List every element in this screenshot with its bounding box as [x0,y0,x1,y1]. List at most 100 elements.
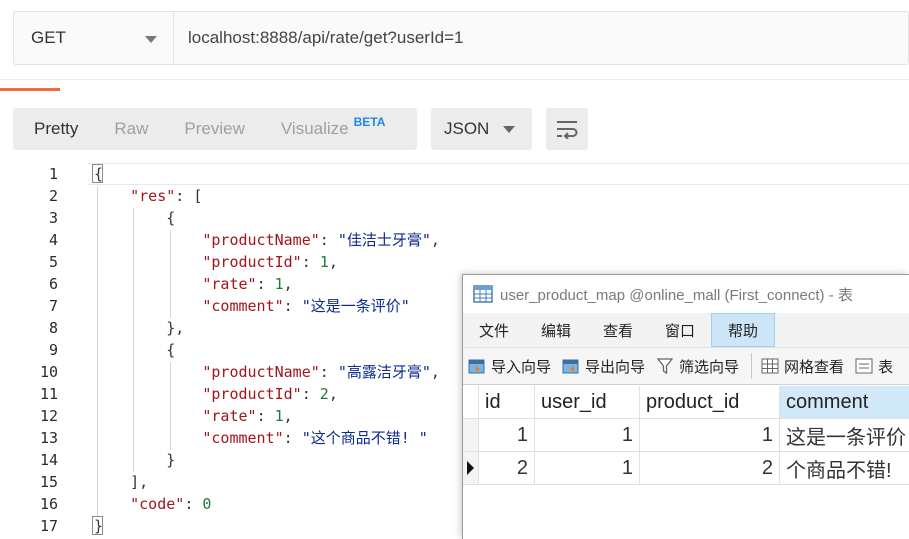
cell-product-id[interactable]: 2 [640,452,780,484]
menu-window[interactable]: 窗口 [649,313,711,347]
line-number: 7 [48,297,58,315]
json-string: "这是一条评价" [301,297,410,315]
grid-view-label: 网格查看 [784,358,845,376]
export-wizard-button[interactable]: 导出向导 [561,356,645,377]
beta-badge: BETA [353,115,386,129]
table-row[interactable]: 2 1 2 个商品不错! [463,452,909,485]
json-number: 0 [202,495,212,513]
line-number: 8 [48,319,58,337]
line-number: 14 [39,451,58,469]
json-key: "code" [130,495,185,513]
filter-icon [656,358,674,375]
row-indicator-header [463,386,479,418]
toolbar-separator [751,353,753,379]
cell-id[interactable]: 2 [479,452,535,484]
form-view-button[interactable]: 表 [854,356,893,377]
line-number: 4 [48,231,58,249]
grid-view-button[interactable]: 网格查看 [760,356,844,377]
import-wizard-label: 导入向导 [491,358,552,376]
table-icon [473,285,493,303]
cell-product-id[interactable]: 1 [640,419,780,451]
code-line: 1 { [0,163,909,185]
json-string: "这个商品不错! " [301,429,428,447]
tab-raw[interactable]: Raw [96,108,166,150]
json-key: "comment" [202,429,284,447]
json-string: "佳洁士牙膏" [337,231,431,249]
tab-pretty[interactable]: Pretty [13,108,96,150]
column-header-product-id[interactable]: product_id [640,386,780,418]
json-number: 1 [319,253,329,271]
code-line: 2 "res": [ [0,185,909,207]
line-number: 3 [48,209,58,227]
filter-wizard-label: 筛选向导 [679,358,740,376]
menu-bar: 文件 编辑 查看 窗口 帮助 [463,313,909,347]
filter-wizard-button[interactable]: 筛选向导 [655,356,739,377]
line-number: 9 [48,341,58,359]
menu-file[interactable]: 文件 [463,313,525,347]
window-title-bar[interactable]: user_product_map @online_mall (First_con… [463,275,909,313]
url-input[interactable]: localhost:8888/api/rate/get?userId=1 [174,12,908,64]
cell-comment[interactable]: 这是一条评价 [780,419,909,451]
column-header-user-id[interactable]: user_id [535,386,640,418]
export-icon [562,359,579,374]
json-key: "comment" [202,297,284,315]
json-number: 2 [319,385,329,403]
wrap-lines-button[interactable] [546,108,588,150]
form-icon [855,358,873,374]
tab-visualize[interactable]: Visualize BETA [263,108,404,150]
line-number: 5 [48,253,58,271]
json-key: "productId" [202,385,302,403]
menu-view[interactable]: 查看 [587,313,649,347]
import-icon [468,359,485,374]
code-line: 5 "productId": 1, [0,251,909,273]
export-wizard-label: 导出向导 [585,358,646,376]
tab-preview[interactable]: Preview [166,108,262,150]
request-bar: GET localhost:8888/api/rate/get?userId=1 [13,11,909,65]
method-select[interactable]: GET [14,12,174,64]
row-indicator [463,419,479,451]
line-number: 11 [39,385,58,403]
cell-user-id[interactable]: 1 [535,452,640,484]
line-number: 2 [48,187,58,205]
cell-comment[interactable]: 个商品不错! [780,452,909,484]
window-title: user_product_map @online_mall (First_con… [500,286,853,304]
cell-id[interactable]: 1 [479,419,535,451]
current-row-arrow-icon [467,461,474,475]
json-key: "res" [130,187,176,205]
tab-visualize-label: Visualize [280,119,349,138]
url-text: localhost:8888/api/rate/get?userId=1 [188,28,464,47]
column-header-comment[interactable]: comment [780,386,909,418]
form-view-label: 表 [878,358,894,376]
line-number: 17 [39,517,58,535]
line-number: 6 [48,275,58,293]
chevron-down-icon [503,126,515,133]
json-key: "productId" [202,253,302,271]
json-number: 1 [274,275,284,293]
chevron-down-icon [145,36,157,43]
line-number: 10 [39,363,58,381]
toolbar: 导入向导 导出向导 筛选向导 网格查看 表 [463,347,909,385]
cell-user-id[interactable]: 1 [535,419,640,451]
column-header-id[interactable]: id [479,386,535,418]
line-number: 12 [39,407,58,425]
line-number: 16 [39,495,58,513]
table-row[interactable]: 1 1 1 这是一条评价 [463,419,909,452]
json-key: "rate" [202,407,257,425]
line-number: 15 [39,473,58,491]
format-select[interactable]: JSON [431,108,532,150]
active-tab-indicator [0,88,60,91]
response-view-tabs: Pretty Raw Preview Visualize BETA [13,108,417,150]
menu-edit[interactable]: 编辑 [525,313,587,347]
import-wizard-button[interactable]: 导入向导 [467,356,551,377]
line-number: 13 [39,429,58,447]
code-line: 4 "productName": "佳洁士牙膏", [0,229,909,251]
wrap-lines-icon [557,121,578,139]
json-key: "rate" [202,275,257,293]
grid-header-row: id user_id product_id comment [463,386,909,419]
code-line: 3 { [0,207,909,229]
menu-help[interactable]: 帮助 [711,313,775,347]
json-key: "productName" [202,231,320,249]
format-label: JSON [444,119,490,138]
json-key: "productName" [202,363,320,381]
method-label: GET [31,28,66,47]
